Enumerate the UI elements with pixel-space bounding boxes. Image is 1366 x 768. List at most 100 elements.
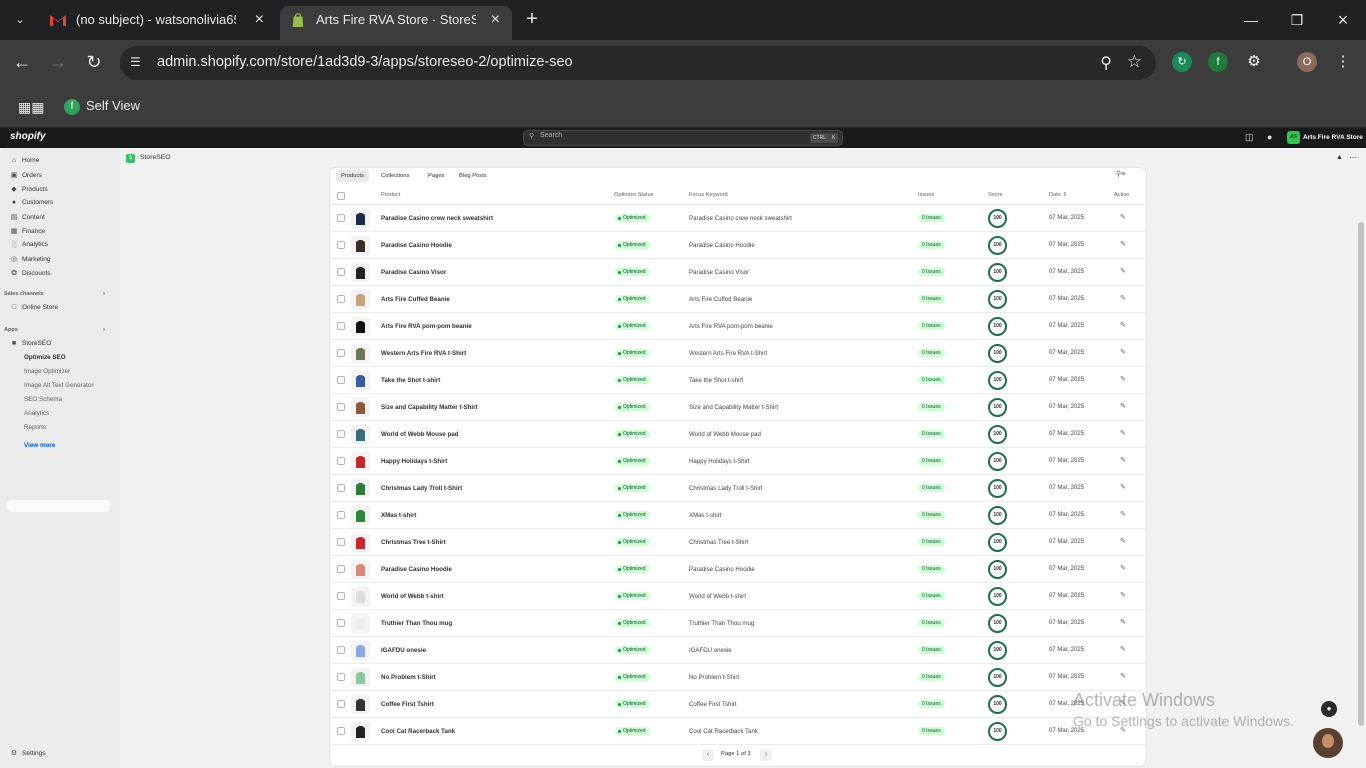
edit-icon[interactable]: ✎ [1120, 429, 1126, 437]
row-checkbox[interactable] [337, 214, 345, 222]
zoom-icon[interactable]: ⚲ [1100, 53, 1112, 73]
product-name[interactable]: Christmas Lady Troll t-Shirt [381, 485, 462, 492]
row-checkbox[interactable] [337, 349, 345, 357]
edit-icon[interactable]: ✎ [1120, 402, 1126, 410]
sidebar-item-image-alt-text[interactable]: Image Alt Text Generator [24, 382, 94, 389]
table-row[interactable]: Western Arts Fire RVA t-Shirt Optimized We… [330, 340, 1146, 367]
table-row[interactable]: No Problem t-Shirt Optimized No Problem t-… [330, 664, 1146, 691]
row-checkbox[interactable] [337, 322, 345, 330]
product-name[interactable]: Western Arts Fire RVA t-Shirt [381, 350, 466, 357]
edit-icon[interactable]: ✎ [1120, 348, 1126, 356]
table-row[interactable]: Paradise Casino crew neck sweatshirt Opti… [330, 205, 1146, 232]
table-row[interactable]: Happy Holidays t-Shirt Optimized Happy Hol… [330, 448, 1146, 475]
sidebar-item-app-analytics[interactable]: Analytics [24, 410, 49, 417]
chat-launcher-icon[interactable]: ● [1321, 701, 1337, 717]
forward-arrow-icon[interactable]: → [46, 51, 70, 75]
table-row[interactable]: Christmas Tree t-Shirt Optimized Christmas… [330, 529, 1146, 556]
product-name[interactable]: XMas t-shirt [381, 512, 416, 519]
table-row[interactable]: World of Webb t-shirt Optimized World of W… [330, 583, 1146, 610]
table-row[interactable]: Arts Fire Cuffed Beanie Optimized Arts Fir… [330, 286, 1146, 313]
table-row[interactable]: Arts Fire RVA pom-pom beanie Optimized Art… [330, 313, 1146, 340]
sidebar-item-orders[interactable]: ▣ Orders [10, 171, 42, 179]
reload-icon[interactable]: ↻ [82, 51, 106, 75]
edit-icon[interactable]: ✎ [1120, 294, 1126, 302]
tab-products[interactable]: Products [336, 170, 369, 182]
sidekick-icon[interactable]: ◫ [1245, 132, 1254, 143]
product-name[interactable]: Christmas Tree t-Shirt [381, 539, 446, 546]
product-name[interactable]: Happy Holidays t-Shirt [381, 458, 447, 465]
edit-icon[interactable]: ✎ [1120, 375, 1126, 383]
table-row[interactable]: Paradise Casino Visor Optimized Paradise C… [330, 259, 1146, 286]
edit-icon[interactable]: ✎ [1120, 456, 1126, 464]
product-name[interactable]: Coffee First Tshirt [381, 701, 434, 708]
address-bar[interactable]: ☰ admin.shopify.com/store/1ad3d9-3/apps/… [120, 46, 1156, 80]
extension-sync-icon[interactable]: ↻ [1172, 52, 1192, 72]
row-checkbox[interactable] [337, 268, 345, 276]
tab-pages[interactable]: Pages [423, 170, 449, 182]
product-name[interactable]: Take the Shot t-shirt [381, 377, 440, 384]
next-page-button[interactable]: › [760, 749, 772, 761]
profile-avatar[interactable]: O [1297, 52, 1317, 72]
apps-heading[interactable]: Apps › [4, 327, 105, 333]
back-arrow-icon[interactable]: ← [10, 51, 34, 75]
more-actions-icon[interactable]: ⋯ [1349, 153, 1357, 162]
row-checkbox[interactable] [337, 484, 345, 492]
tab-search-chevron-icon[interactable]: ⌄ [8, 8, 32, 32]
product-name[interactable]: IGAFDU onesie [381, 647, 426, 654]
edit-icon[interactable]: ✎ [1120, 618, 1126, 626]
edit-icon[interactable]: ✎ [1120, 267, 1126, 275]
product-name[interactable]: Cool Cat Racerback Tank [381, 728, 455, 735]
product-name[interactable]: No Problem t-Shirt [381, 674, 436, 681]
edit-icon[interactable]: ✎ [1120, 537, 1126, 545]
row-checkbox[interactable] [337, 673, 345, 681]
row-checkbox[interactable] [337, 565, 345, 573]
table-row[interactable]: Cool Cat Racerback Tank Optimized Cool Cat… [330, 718, 1146, 745]
product-name[interactable]: Paradise Casino Hoodie [381, 566, 452, 573]
extensions-puzzle-icon[interactable]: ⚙ [1244, 52, 1264, 72]
product-name[interactable]: Arts Fire Cuffed Beanie [381, 296, 450, 303]
edit-icon[interactable]: ✎ [1120, 321, 1126, 329]
sidebar-item-home[interactable]: ⌂ Home [10, 157, 39, 164]
site-settings-icon[interactable]: ☰ [130, 55, 146, 71]
sidebar-item-customers[interactable]: ● Customers [10, 199, 54, 206]
row-checkbox[interactable] [337, 538, 345, 546]
restore-icon[interactable]: ❐ [1282, 8, 1312, 32]
sidebar-item-content[interactable]: ▤ Content [10, 213, 45, 221]
close-tab-icon[interactable]: × [491, 6, 500, 34]
table-row[interactable]: XMas t-shirt Optimized XMas t-shirt 0 Issue… [330, 502, 1146, 529]
product-name[interactable]: World of Webb t-shirt [381, 593, 444, 600]
support-avatar[interactable] [1313, 728, 1343, 758]
product-name[interactable]: Truthier Than Thou mug [381, 620, 452, 627]
admin-search-input[interactable]: ⚲ Search CTRL K [523, 130, 843, 146]
edit-icon[interactable]: ✎ [1120, 483, 1126, 491]
bookmark-self-view[interactable]: f Self View [64, 98, 140, 115]
table-row[interactable]: Size and Capability Matter t-Shirt Optimi… [330, 394, 1146, 421]
scrollbar-thumb[interactable] [1358, 222, 1364, 726]
edit-icon[interactable]: ✎ [1120, 591, 1126, 599]
tab-blog-posts[interactable]: Blog Posts [454, 170, 492, 182]
sidebar-item-marketing[interactable]: ◎ Marketing [10, 255, 51, 263]
minimize-icon[interactable]: — [1236, 8, 1266, 32]
sidebar-item-storeseo[interactable]: ■ StoreSEO [10, 340, 51, 347]
table-row[interactable]: Christmas Lady Troll t-Shirt Optimized Chr… [330, 475, 1146, 502]
sidebar-item-seo-schema[interactable]: SEO Schema [24, 396, 62, 403]
sidebar-item-reports[interactable]: Reports [24, 424, 46, 431]
sidebar-item-settings[interactable]: ⚙ Settings [10, 749, 46, 757]
table-row[interactable]: World of Webb Mouse pad Optimized World of… [330, 421, 1146, 448]
row-checkbox[interactable] [337, 376, 345, 384]
product-name[interactable]: Size and Capability Matter t-Shirt [381, 404, 478, 411]
table-row[interactable]: Paradise Casino Hoodie Optimized Paradise … [330, 232, 1146, 259]
row-checkbox[interactable] [337, 295, 345, 303]
close-tab-icon[interactable]: × [255, 6, 264, 34]
close-window-icon[interactable]: × [1328, 8, 1358, 32]
row-checkbox[interactable] [337, 430, 345, 438]
apps-grid-icon[interactable]: ▦▦ [18, 99, 44, 116]
bookmark-star-icon[interactable]: ☆ [1127, 52, 1142, 72]
tab-storeseo[interactable]: Arts Fire RVA Store · StoreSEO · × [280, 6, 512, 40]
new-tab-icon[interactable]: + [520, 8, 544, 32]
table-row[interactable]: Truthier Than Thou mug Optimized Truthier … [330, 610, 1146, 637]
edit-icon[interactable]: ✎ [1120, 240, 1126, 248]
sidebar-item-optimize-seo[interactable]: Optimize SEO [24, 354, 66, 361]
table-row[interactable]: Paradise Casino Hoodie Optimized Paradise … [330, 556, 1146, 583]
row-checkbox[interactable] [337, 403, 345, 411]
